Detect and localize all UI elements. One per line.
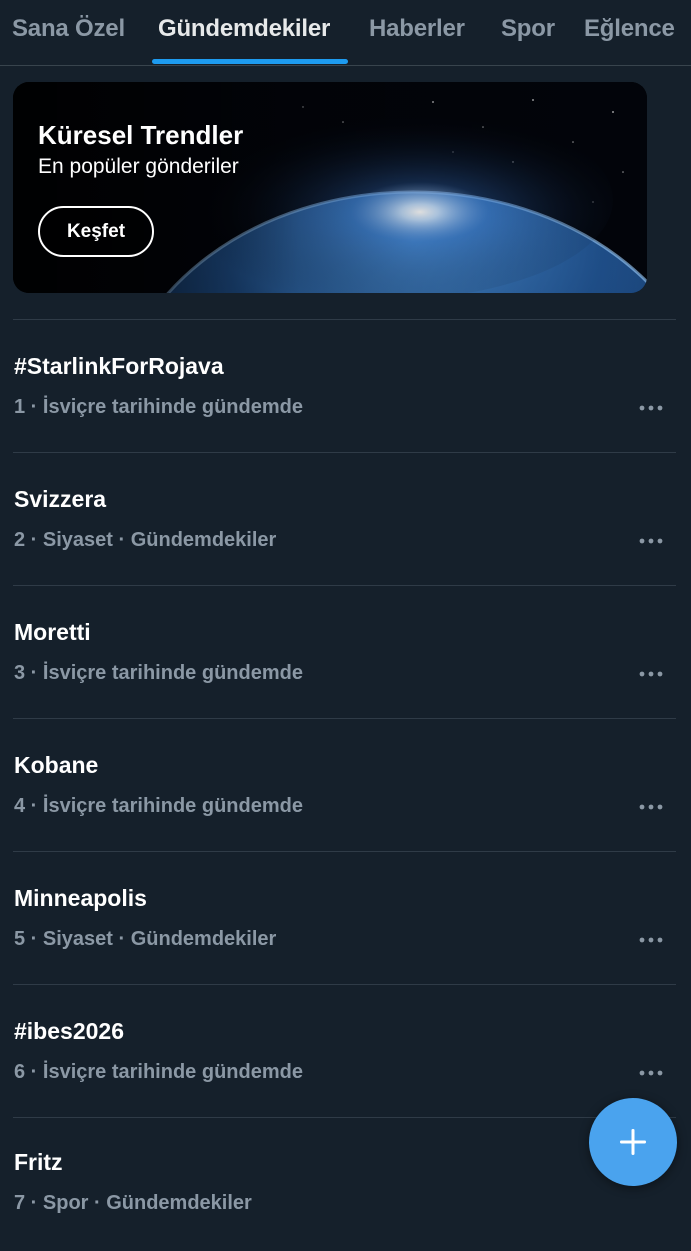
tab-eglence[interactable]: Eğlence xyxy=(584,0,675,65)
top-tab-bar: Sana Özel Gündemdekiler Haberler Spor Eğ… xyxy=(0,0,691,66)
trend-item[interactable]: Fritz 7 · Spor · Gündemdekiler xyxy=(0,1118,691,1251)
trend-name: Svizzera xyxy=(14,486,107,512)
trend-meta: 3 · İsviçre tarihinde gündemde xyxy=(14,662,303,684)
active-tab-indicator xyxy=(152,59,348,64)
more-horizontal-icon[interactable] xyxy=(632,662,670,686)
trend-meta: 5 · Siyaset · Gündemdekiler xyxy=(14,928,277,950)
trend-name: Kobane xyxy=(14,752,99,778)
trend-name: #StarlinkForRojava xyxy=(14,353,224,379)
trend-item[interactable]: Svizzera 2 · Siyaset · Gündemdekiler xyxy=(0,453,691,586)
explore-button[interactable]: Keşfet xyxy=(38,206,154,257)
trend-item[interactable]: Minneapolis 5 · Siyaset · Gündemdekiler xyxy=(0,852,691,985)
trend-meta: 7 · Spor · Gündemdekiler xyxy=(14,1192,252,1214)
trend-meta: 2 · Siyaset · Gündemdekiler xyxy=(14,529,277,551)
compose-button[interactable] xyxy=(589,1098,677,1186)
banner-title: Küresel Trendler xyxy=(38,120,244,150)
trend-item[interactable]: Moretti 3 · İsviçre tarihinde gündemde xyxy=(0,586,691,719)
trend-item[interactable]: #ibes2026 6 · İsviçre tarihinde gündemde xyxy=(0,985,691,1118)
trend-meta: 1 · İsviçre tarihinde gündemde xyxy=(14,396,303,418)
tab-sana-ozel[interactable]: Sana Özel xyxy=(12,0,125,65)
more-horizontal-icon[interactable] xyxy=(632,396,670,420)
trend-name: #ibes2026 xyxy=(14,1018,124,1044)
banner-subtitle: En popüler gönderiler xyxy=(38,155,239,178)
trend-name: Moretti xyxy=(14,619,91,645)
plus-icon xyxy=(620,1129,646,1155)
earth-background-image xyxy=(13,82,647,293)
trend-item[interactable]: Kobane 4 · İsviçre tarihinde gündemde xyxy=(0,719,691,852)
more-horizontal-icon[interactable] xyxy=(632,1061,670,1085)
trend-meta: 4 · İsviçre tarihinde gündemde xyxy=(14,795,303,817)
trend-name: Fritz xyxy=(14,1149,63,1175)
more-horizontal-icon[interactable] xyxy=(632,529,670,553)
trend-meta: 6 · İsviçre tarihinde gündemde xyxy=(14,1061,303,1083)
global-trends-banner[interactable]: Küresel Trendler En popüler gönderiler K… xyxy=(13,82,647,293)
more-horizontal-icon[interactable] xyxy=(632,928,670,952)
trend-name: Minneapolis xyxy=(14,885,147,911)
tab-spor[interactable]: Spor xyxy=(501,0,555,65)
trend-item[interactable]: #StarlinkForRojava 1 · İsviçre tarihinde… xyxy=(0,320,691,453)
tab-gundemdekiler[interactable]: Gündemdekiler xyxy=(158,0,330,65)
tab-haberler[interactable]: Haberler xyxy=(369,0,465,65)
more-horizontal-icon[interactable] xyxy=(632,795,670,819)
